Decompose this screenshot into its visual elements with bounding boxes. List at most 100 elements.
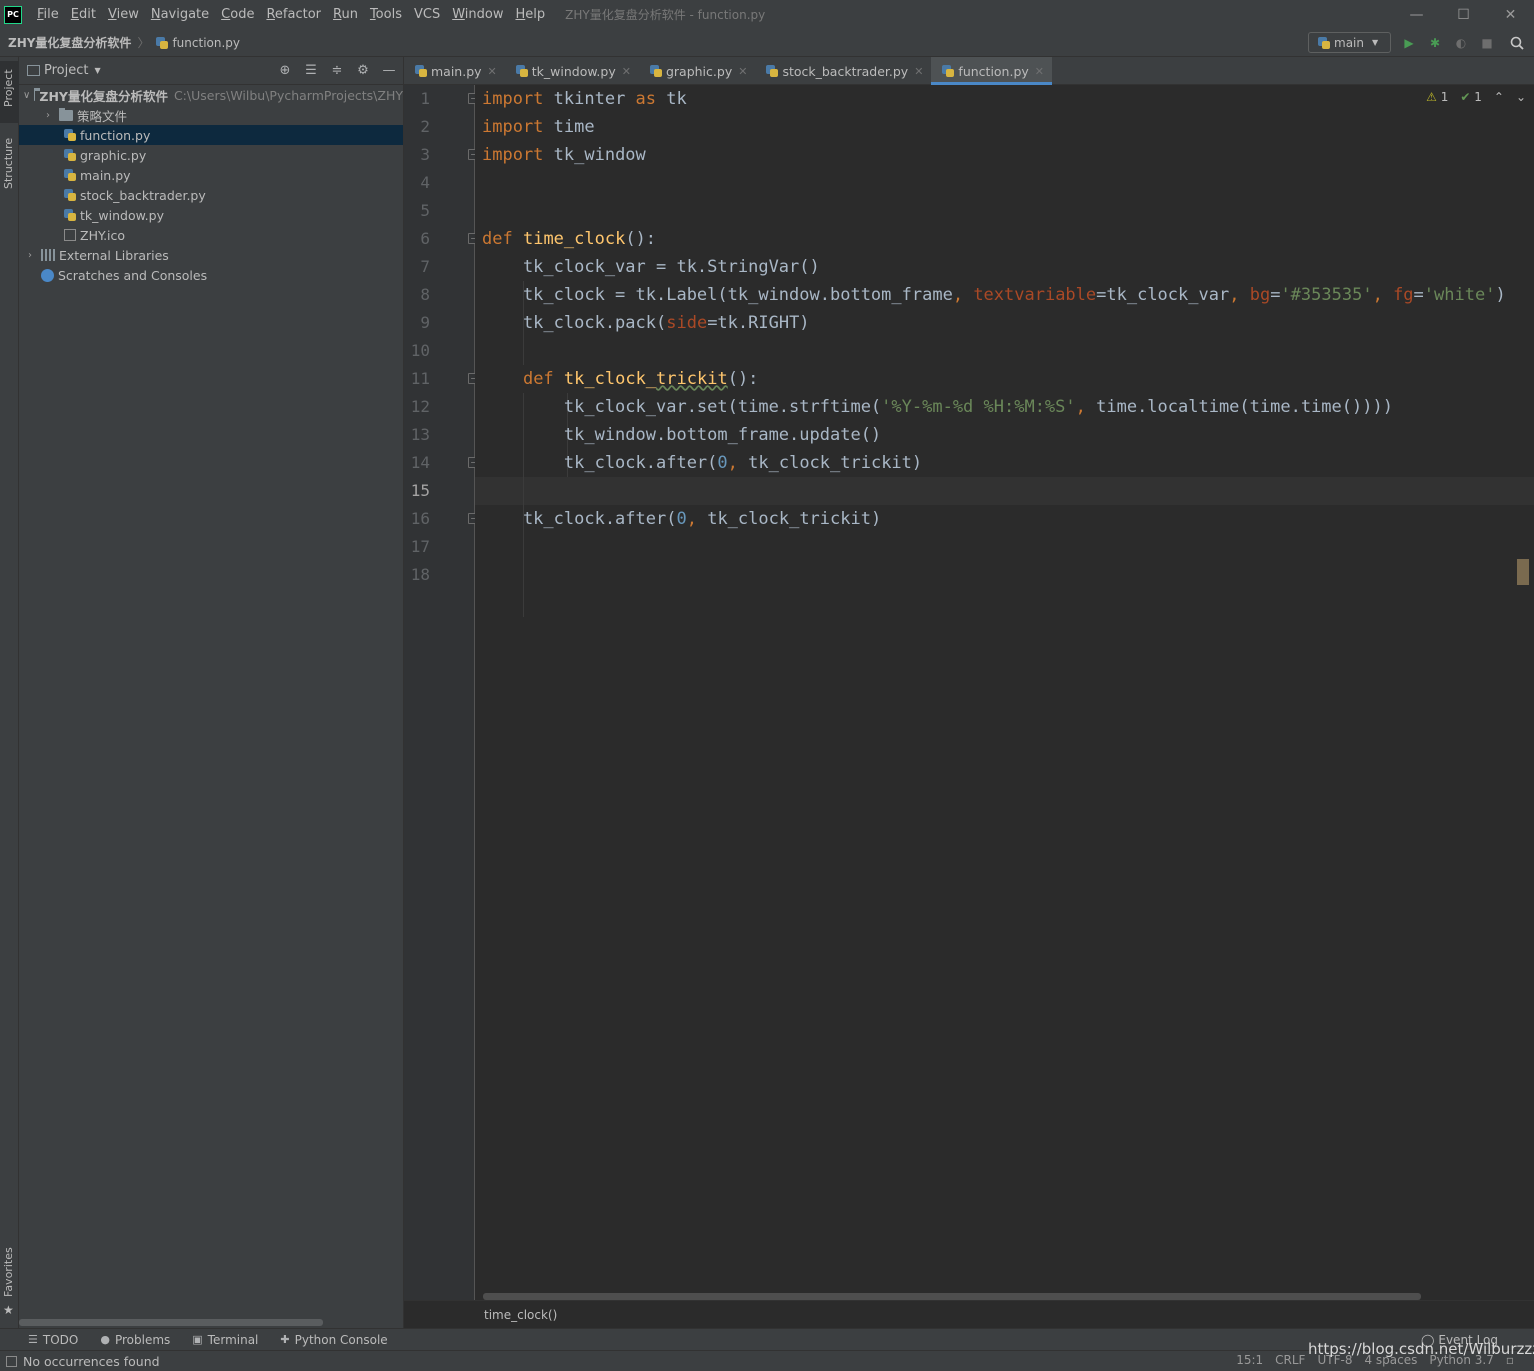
minimize-button[interactable]: — xyxy=(1393,0,1440,29)
line-number: 17 xyxy=(410,537,430,556)
close-icon[interactable]: ✕ xyxy=(914,65,923,78)
tree-external-libraries[interactable]: › External Libraries xyxy=(19,245,403,265)
menu-item[interactable]: Refactor xyxy=(260,0,327,29)
breadcrumb: ZHY量化复盘分析软件 〉 function.py xyxy=(8,34,240,51)
python-console-tool-button[interactable]: ✚ Python Console xyxy=(280,1333,387,1347)
inspection-widget[interactable]: ⚠ 1 ✔ 1 ⌃ ⌄ xyxy=(1426,90,1526,104)
menu-item[interactable]: Navigate xyxy=(145,0,215,29)
menu-item[interactable]: Edit xyxy=(65,0,102,29)
menu-item[interactable]: Tools xyxy=(364,0,408,29)
debug-icon[interactable]: ✱ xyxy=(1428,36,1442,50)
breadcrumb-project[interactable]: ZHY量化复盘分析软件 xyxy=(8,34,131,51)
terminal-icon: ▣ xyxy=(192,1333,203,1346)
terminal-tool-button[interactable]: ▣ Terminal xyxy=(192,1333,258,1347)
menu-item[interactable]: Run xyxy=(327,0,364,29)
python-icon xyxy=(1317,36,1331,50)
scrollbar-marker[interactable] xyxy=(1517,559,1529,585)
code-line: tk_clock.after(0, tk_clock_trickit) xyxy=(482,453,923,473)
editor-gutter[interactable]: 1 2 3 4 5 6 7 8 9 10 11 12 13 14 15 16 17 18 − − − − − − xyxy=(404,85,479,1300)
next-highlight-icon[interactable]: ⌄ xyxy=(1516,90,1526,104)
menu-item[interactable]: Window xyxy=(446,0,509,29)
caret-position[interactable]: 15:1 xyxy=(1236,1353,1263,1367)
run-configuration-select[interactable]: main ▼ xyxy=(1308,32,1391,53)
menu-item[interactable]: Code xyxy=(215,0,260,29)
tab-graphic-py[interactable]: graphic.py ✕ xyxy=(639,57,755,85)
run-icon[interactable]: ▶ xyxy=(1402,36,1416,50)
select-opened-file-icon[interactable]: ⊕ xyxy=(277,63,293,79)
menu-item[interactable]: File xyxy=(31,0,65,29)
close-icon[interactable]: ✕ xyxy=(488,65,497,78)
tree-file-main[interactable]: main.py xyxy=(19,165,403,185)
structure-tool-label: Structure xyxy=(2,137,15,189)
todo-tool-button[interactable]: ☰ TODO xyxy=(28,1333,78,1347)
breadcrumb-file[interactable]: function.py xyxy=(172,36,240,50)
project-view-select[interactable]: Project xyxy=(44,63,88,78)
chevron-down-icon[interactable]: ∨ xyxy=(23,90,30,101)
problems-label: Problems xyxy=(114,1332,171,1347)
editor-breadcrumb-bar: time_clock() xyxy=(404,1300,1534,1328)
menu-item[interactable]: Help xyxy=(509,0,551,29)
close-icon[interactable]: ✕ xyxy=(1035,65,1044,78)
favorites-tool-label: Favorites xyxy=(2,1247,15,1297)
tree-file-stock-backtrader[interactable]: stock_backtrader.py xyxy=(19,185,403,205)
python-file-icon xyxy=(63,188,77,202)
close-window-button[interactable]: ✕ xyxy=(1487,0,1534,29)
toggle-tool-windows-icon[interactable] xyxy=(6,1355,17,1367)
chevron-right-icon[interactable]: › xyxy=(23,250,37,261)
python-file-icon xyxy=(63,148,77,162)
run-with-coverage-icon[interactable]: ◐ xyxy=(1454,36,1468,50)
tree-file-graphic[interactable]: graphic.py xyxy=(19,145,403,165)
close-icon[interactable]: ✕ xyxy=(622,65,631,78)
chevron-down-icon[interactable]: ▼ xyxy=(94,66,100,75)
menu-item[interactable]: VCS xyxy=(408,0,446,29)
tab-tk-window-py[interactable]: tk_window.py ✕ xyxy=(505,57,639,85)
line-number: 12 xyxy=(410,397,430,416)
maximize-button[interactable]: ☐ xyxy=(1440,0,1487,29)
tree-file-function[interactable]: function.py xyxy=(19,125,403,145)
navigation-bar: ZHY量化复盘分析软件 〉 function.py main ▼ ▶ ✱ ◐ ■ xyxy=(0,29,1534,57)
structure-tool-tab[interactable]: Structure xyxy=(0,137,19,207)
run-configuration-label: main xyxy=(1334,35,1364,50)
tree-item-label: External Libraries xyxy=(59,247,169,263)
code-line: tk_clock.pack(side=tk.RIGHT) xyxy=(482,313,810,333)
folder-icon xyxy=(34,87,41,101)
weak-warning-count: 1 xyxy=(1474,90,1482,104)
pycharm-logo-icon[interactable]: PC xyxy=(4,5,22,24)
todo-label: TODO xyxy=(42,1332,79,1347)
problems-tool-button[interactable]: ● Problems xyxy=(100,1333,170,1347)
tree-item-label: tk_window.py xyxy=(80,207,164,223)
tree-file-tk-window[interactable]: tk_window.py xyxy=(19,205,403,225)
editor-horizontal-scrollbar[interactable] xyxy=(483,1293,1421,1300)
hide-panel-icon[interactable]: — xyxy=(381,63,397,79)
python-console-label: Python Console xyxy=(294,1332,388,1347)
search-icon[interactable] xyxy=(1510,36,1524,50)
tree-file-zhy-ico[interactable]: ZHY.ico xyxy=(19,225,403,245)
folder-icon xyxy=(59,107,73,121)
editor-breadcrumb-item[interactable]: time_clock() xyxy=(484,1308,557,1322)
gear-icon[interactable]: ⚙ xyxy=(355,63,371,79)
line-separator[interactable]: CRLF xyxy=(1275,1353,1305,1367)
tab-function-py[interactable]: function.py ✕ xyxy=(931,57,1053,85)
stop-icon[interactable]: ■ xyxy=(1480,36,1494,50)
python-file-icon xyxy=(63,128,77,142)
expand-all-icon[interactable]: ☰ xyxy=(303,63,319,79)
tree-root-project[interactable]: ∨ ZHY量化复盘分析软件 C:\Users\Wilbu\PycharmProj… xyxy=(19,85,403,105)
tab-stock-backtrader-py[interactable]: stock_backtrader.py ✕ xyxy=(755,57,931,85)
collapse-all-icon[interactable]: ≑ xyxy=(329,63,345,79)
tree-item-label: 策略文件 xyxy=(77,108,128,124)
chevron-right-icon[interactable]: › xyxy=(41,110,55,121)
terminal-label: Terminal xyxy=(207,1332,259,1347)
menu-item[interactable]: View xyxy=(102,0,145,29)
tree-scratches[interactable]: Scratches and Consoles xyxy=(19,265,403,285)
tab-main-py[interactable]: main.py ✕ xyxy=(404,57,505,85)
tree-folder-strategy[interactable]: › 策略文件 xyxy=(19,105,403,125)
title-bar: PC File Edit View Navigate Code Refactor Run To… xyxy=(0,0,1534,29)
code-editor[interactable]: import tkinter as tk import time import … xyxy=(475,85,1534,1300)
project-horizontal-scrollbar[interactable] xyxy=(19,1319,323,1326)
code-line: import tk_window xyxy=(482,145,646,165)
project-tool-tab[interactable]: Project xyxy=(0,61,19,123)
python-file-icon xyxy=(63,168,77,182)
previous-highlight-icon[interactable]: ⌃ xyxy=(1494,90,1504,104)
close-icon[interactable]: ✕ xyxy=(738,65,747,78)
favorites-tool-tab[interactable]: Favorites ★ xyxy=(0,1247,19,1317)
